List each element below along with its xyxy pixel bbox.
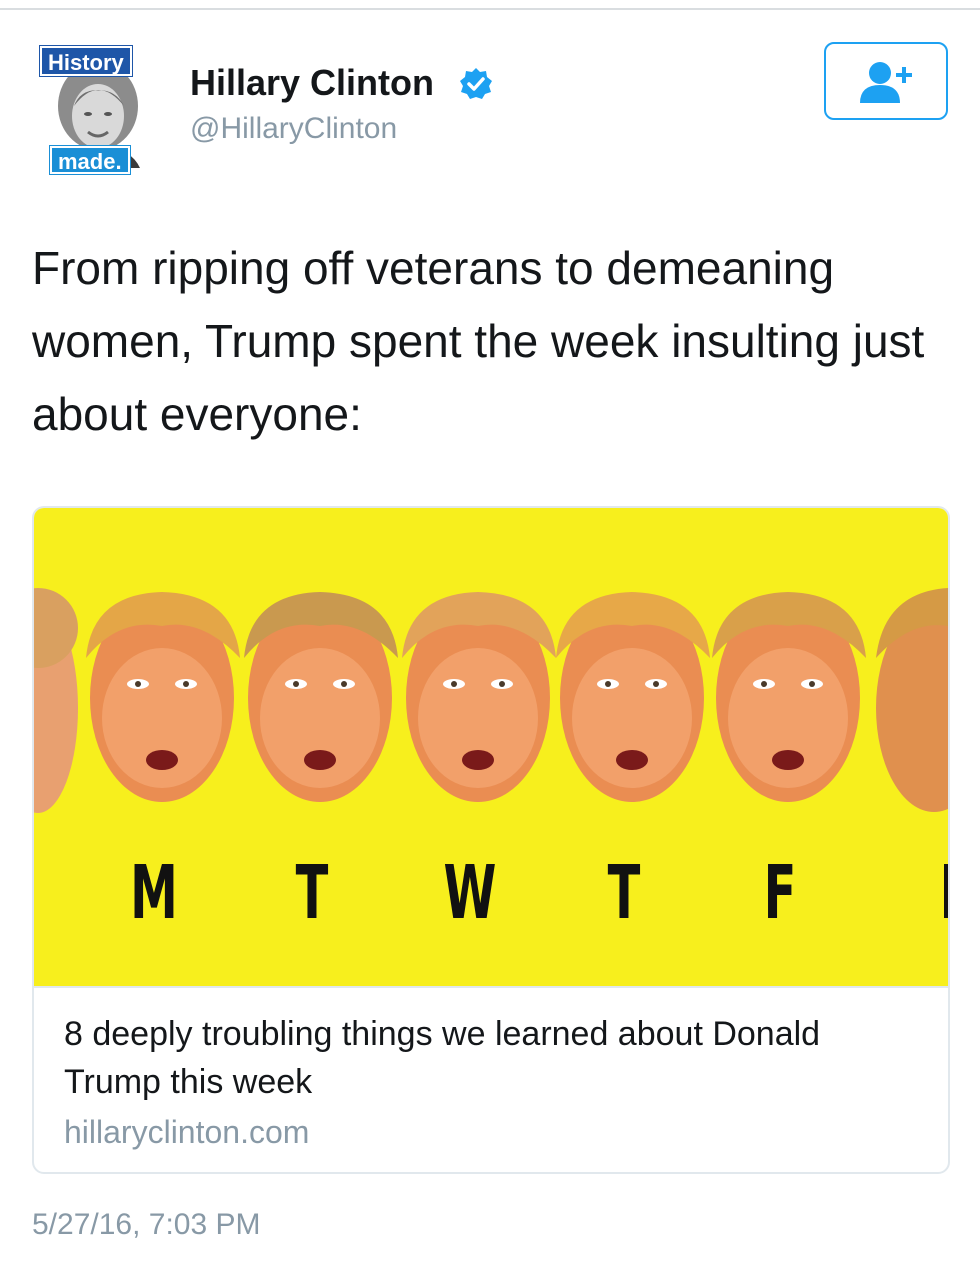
tweet-timestamp[interactable]: 5/27/16, 7:03 PM <box>32 1208 261 1242</box>
user-name[interactable]: Hillary Clinton <box>190 62 434 104</box>
face-2 <box>244 592 398 802</box>
link-card[interactable]: M T W T F 8 deeply troubling things we learn… <box>32 506 950 1174</box>
face-4 <box>556 592 710 802</box>
verified-badge-icon <box>460 68 492 99</box>
add-user-icon <box>860 62 912 103</box>
day-letter-5: F <box>764 850 797 936</box>
day-letter-partial <box>944 864 948 918</box>
faces-illustration: MTWTF <box>34 588 948 936</box>
card-title[interactable]: 8 deeply troubling things we learned abo… <box>64 1010 924 1106</box>
day-letter-1: M <box>130 850 178 936</box>
card-image: MTWTF <box>34 508 948 986</box>
top-divider <box>0 8 980 10</box>
user-handle[interactable]: @HillaryClinton <box>190 112 397 146</box>
avatar-badge-bottom: made. <box>49 145 131 175</box>
face-3 <box>402 592 556 802</box>
tweet-page: History made. Hillary Clinton @HillaryCl… <box>0 0 980 1266</box>
day-letter-4: T <box>608 850 641 936</box>
tweet-text: From ripping off veterans to demeaning w… <box>32 242 925 440</box>
avatar-badge-top: History <box>39 45 133 77</box>
follow-button[interactable] <box>824 42 948 120</box>
face-partial-left <box>34 588 78 813</box>
avatar[interactable]: History made. <box>36 44 156 176</box>
day-letter-2: T <box>296 850 329 936</box>
day-letter-3: W <box>444 850 497 936</box>
face-5 <box>712 592 866 802</box>
face-partial-right <box>876 588 948 812</box>
card-divider <box>34 986 948 988</box>
card-domain[interactable]: hillaryclinton.com <box>64 1114 309 1151</box>
face-1 <box>86 592 240 802</box>
